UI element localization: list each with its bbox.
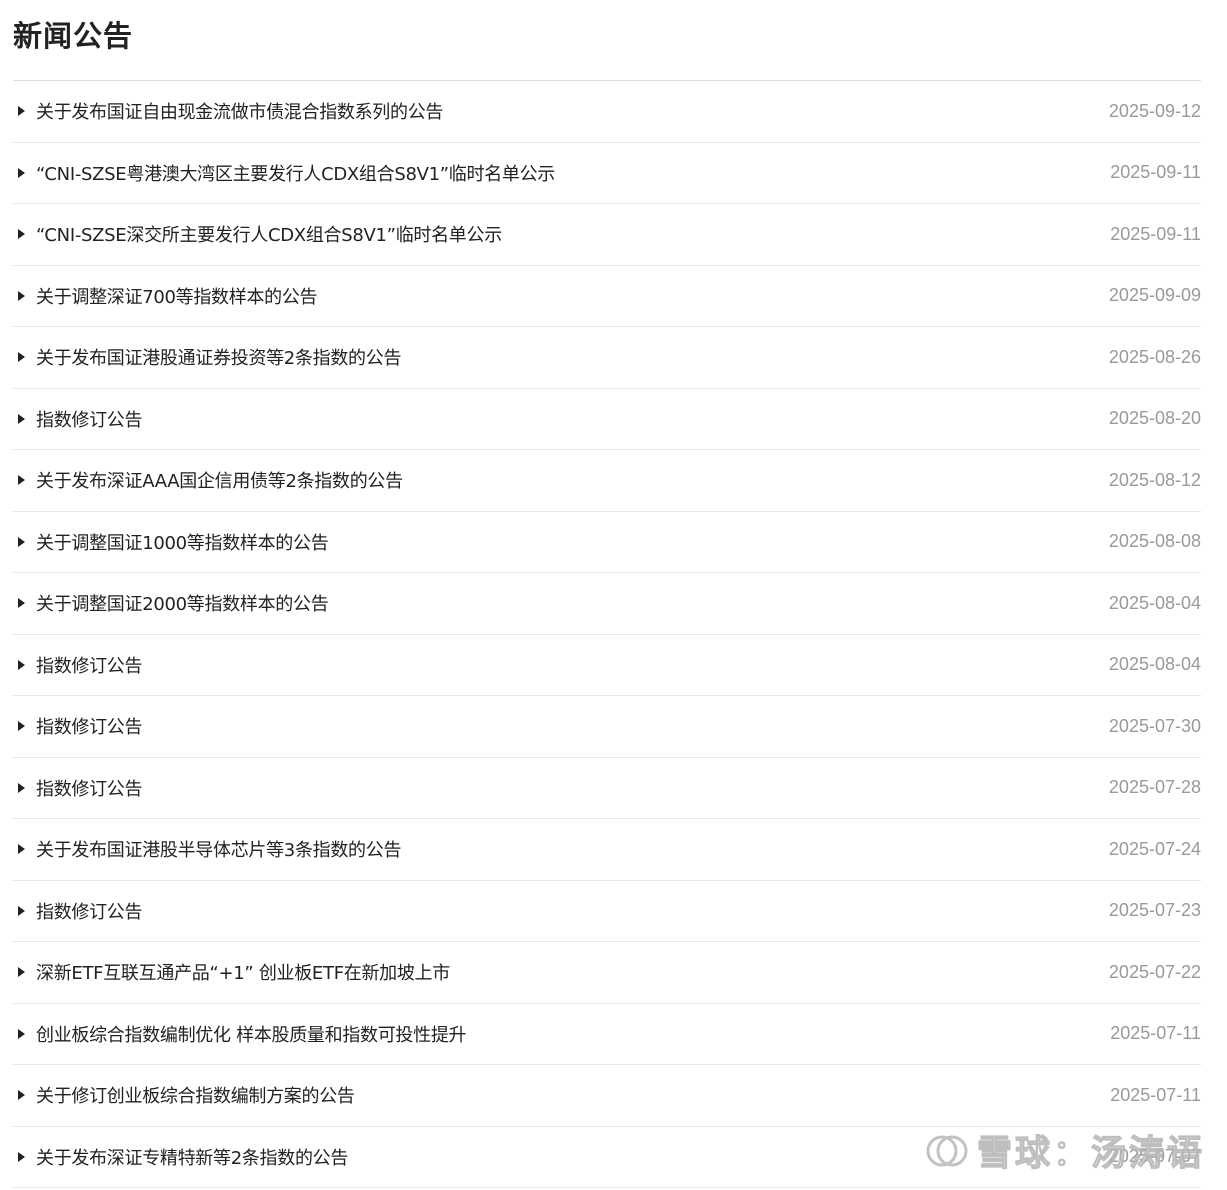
caret-right-icon <box>18 844 25 855</box>
caret-right-icon <box>18 1028 25 1039</box>
news-title-link[interactable]: 关于发布国证港股半导体芯片等3条指数的公告 <box>36 836 1109 862</box>
caret-right-icon <box>18 967 25 978</box>
caret-right-icon <box>18 167 25 178</box>
news-date: 2025-07-23 <box>1108 900 1201 921</box>
news-list: 关于发布国证自由现金流做市债混合指数系列的公告 2025-09-12 “CNI-SZ… <box>13 81 1201 1188</box>
caret-right-icon <box>18 598 25 609</box>
news-date: 2025-07-11 <box>1110 1084 1201 1105</box>
caret-right-icon <box>18 413 25 424</box>
news-item[interactable]: 指数修订公告 2025-07-28 <box>13 758 1201 819</box>
caret-right-icon <box>18 106 25 117</box>
news-item[interactable]: 指数修订公告 2025-07-23 <box>13 881 1201 942</box>
caret-right-icon <box>18 782 25 793</box>
news-title-link[interactable]: 指数修订公告 <box>36 898 1109 924</box>
caret-right-icon <box>18 475 25 486</box>
news-title-link[interactable]: 创业板综合指数编制优化 样本股质量和指数可投性提升 <box>36 1021 1110 1047</box>
caret-right-icon <box>18 536 25 547</box>
news-title-link[interactable]: 指数修订公告 <box>36 713 1109 739</box>
news-title-link[interactable]: 关于调整国证2000等指数样本的公告 <box>36 590 1109 616</box>
caret-right-icon <box>18 290 25 301</box>
caret-right-icon <box>18 721 25 732</box>
news-item[interactable]: 关于发布国证港股通证券投资等2条指数的公告 2025-08-26 <box>13 327 1201 389</box>
news-item[interactable]: 关于修订创业板综合指数编制方案的公告 2025-07-11 <box>13 1065 1201 1127</box>
caret-right-icon <box>18 352 25 363</box>
news-item[interactable]: 指数修订公告 2025-08-04 <box>13 635 1201 696</box>
page-title: 新闻公告 <box>13 19 134 53</box>
news-date: 2025-07-11 <box>1110 1023 1201 1044</box>
news-item[interactable]: “CNI-SZSE粤港澳大湾区主要发行人CDX组合S8V1”临时名单公示 2025… <box>13 143 1201 204</box>
news-item[interactable]: 关于发布深证专精特新等2条指数的公告 2025-07-07 <box>13 1127 1201 1188</box>
news-title-link[interactable]: “CNI-SZSE粤港澳大湾区主要发行人CDX组合S8V1”临时名单公示 <box>36 160 1110 186</box>
news-date: 2025-08-04 <box>1108 654 1201 675</box>
news-title-link[interactable]: 关于发布深证AAA国企信用债等2条指数的公告 <box>36 467 1109 493</box>
news-title-link[interactable]: “CNI-SZSE深交所主要发行人CDX组合S8V1”临时名单公示 <box>36 221 1110 247</box>
news-item[interactable]: 指数修订公告 2025-08-20 <box>13 389 1201 450</box>
news-title-link[interactable]: 关于发布国证港股通证券投资等2条指数的公告 <box>36 344 1109 370</box>
news-item[interactable]: 关于发布深证AAA国企信用债等2条指数的公告 2025-08-12 <box>13 450 1201 512</box>
news-date: 2025-07-07 <box>1108 1146 1201 1167</box>
news-title-link[interactable]: 关于发布国证自由现金流做市债混合指数系列的公告 <box>36 98 1109 124</box>
news-date: 2025-08-26 <box>1108 346 1201 367</box>
news-item[interactable]: 关于调整国证2000等指数样本的公告 2025-08-04 <box>13 573 1201 635</box>
news-item[interactable]: 关于调整国证1000等指数样本的公告 2025-08-08 <box>13 512 1201 573</box>
news-item[interactable]: 创业板综合指数编制优化 样本股质量和指数可投性提升 2025-07-11 <box>13 1004 1201 1065</box>
news-date: 2025-08-08 <box>1108 531 1201 552</box>
news-title-link[interactable]: 指数修订公告 <box>36 775 1109 801</box>
news-date: 2025-07-22 <box>1108 961 1201 982</box>
caret-right-icon <box>18 229 25 240</box>
news-date: 2025-08-20 <box>1108 408 1201 429</box>
caret-right-icon <box>18 1090 25 1101</box>
news-item[interactable]: 关于调整深证700等指数样本的公告 2025-09-09 <box>13 266 1201 327</box>
news-date: 2025-08-12 <box>1108 469 1201 490</box>
news-date: 2025-09-12 <box>1108 100 1201 121</box>
news-date: 2025-08-04 <box>1108 592 1201 613</box>
news-item[interactable]: 关于发布国证港股半导体芯片等3条指数的公告 2025-07-24 <box>13 819 1201 881</box>
news-date: 2025-09-09 <box>1108 285 1201 306</box>
caret-right-icon <box>18 905 25 916</box>
caret-right-icon <box>18 659 25 670</box>
news-date: 2025-09-11 <box>1110 162 1201 183</box>
news-title-link[interactable]: 深新ETF互联互通产品“+1” 创业板ETF在新加坡上市 <box>36 959 1109 985</box>
news-date: 2025-07-24 <box>1108 838 1201 859</box>
news-title-link[interactable]: 关于调整深证700等指数样本的公告 <box>36 283 1109 309</box>
news-title-link[interactable]: 指数修订公告 <box>36 406 1109 432</box>
news-title-link[interactable]: 指数修订公告 <box>36 652 1109 678</box>
news-item[interactable]: 深新ETF互联互通产品“+1” 创业板ETF在新加坡上市 2025-07-22 <box>13 942 1201 1004</box>
news-date: 2025-09-11 <box>1110 223 1201 244</box>
news-date: 2025-07-30 <box>1108 715 1201 736</box>
news-item[interactable]: 指数修订公告 2025-07-30 <box>13 696 1201 758</box>
caret-right-icon <box>18 1151 25 1162</box>
news-item[interactable]: “CNI-SZSE深交所主要发行人CDX组合S8V1”临时名单公示 2025-09… <box>13 204 1201 266</box>
news-title-link[interactable]: 关于修订创业板综合指数编制方案的公告 <box>36 1082 1110 1108</box>
news-title-link[interactable]: 关于发布深证专精特新等2条指数的公告 <box>36 1144 1109 1170</box>
news-title-link[interactable]: 关于调整国证1000等指数样本的公告 <box>36 529 1109 555</box>
news-date: 2025-07-28 <box>1108 777 1201 798</box>
news-item[interactable]: 关于发布国证自由现金流做市债混合指数系列的公告 2025-09-12 <box>13 81 1201 143</box>
